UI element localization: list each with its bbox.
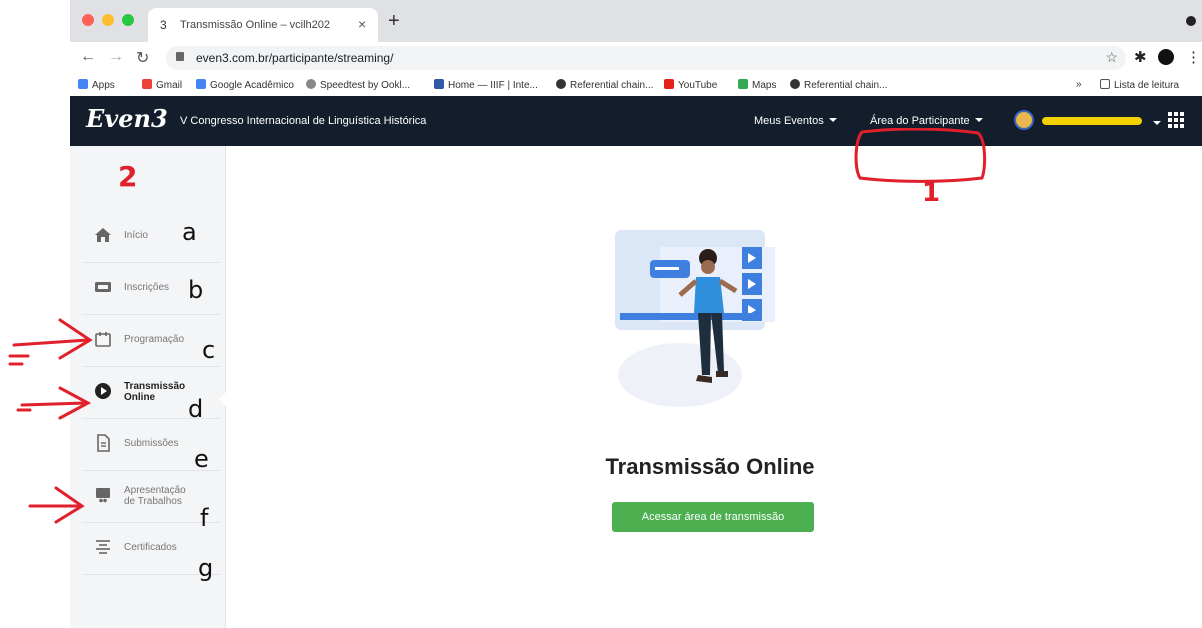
streaming-illustration	[615, 230, 775, 407]
sidebar-item-label: Transmissão Online	[124, 381, 186, 403]
even3-logo[interactable]: Even3	[86, 104, 168, 133]
minimize-window-icon[interactable]	[102, 14, 114, 26]
sidebar-item-label: Apresentação de Trabalhos	[124, 485, 186, 507]
maximize-window-icon[interactable]	[122, 14, 134, 26]
scholar-icon	[196, 79, 206, 89]
youtube-icon	[664, 79, 674, 89]
lock-icon	[176, 52, 184, 61]
close-tab-icon[interactable]: ×	[358, 16, 366, 32]
bookmark-referential-1[interactable]: Referential chain...	[556, 79, 653, 91]
sidebar-item-label: Certificados	[124, 542, 177, 553]
user-name-redacted[interactable]	[1042, 117, 1142, 125]
user-chevron-down-icon[interactable]	[1148, 118, 1161, 130]
sidebar-item-inicio[interactable]: Início	[82, 210, 220, 263]
speedtest-icon	[306, 79, 316, 89]
sidebar-item-programacao[interactable]: Programação	[82, 314, 220, 367]
home-icon	[95, 228, 111, 242]
url-text: even3.com.br/participante/streaming/	[196, 51, 394, 65]
profile-avatar-icon[interactable]	[1158, 49, 1174, 65]
bookmark-apps[interactable]: Apps	[78, 79, 115, 91]
reading-list[interactable]: Lista de leitura	[1100, 79, 1179, 91]
active-pointer	[219, 392, 226, 406]
globe-icon	[790, 79, 800, 89]
bookmark-speedtest[interactable]: Speedtest by Ookl...	[306, 79, 410, 91]
menu-kebab-icon[interactable]: ⋮	[1186, 48, 1201, 66]
reading-list-icon	[1100, 79, 1110, 89]
annotation-letter-f: f	[200, 504, 209, 532]
chevron-down-icon	[974, 118, 983, 122]
globe-icon	[556, 79, 566, 89]
maps-icon	[738, 79, 748, 89]
annotation-highlight-box	[854, 128, 987, 183]
forward-icon[interactable]: →	[108, 48, 124, 66]
annotation-arrows	[8, 318, 93, 524]
user-avatar[interactable]	[1014, 110, 1034, 130]
bookmark-gmail[interactable]: Gmail	[142, 79, 182, 91]
close-window-icon[interactable]	[82, 14, 94, 26]
apps-grid-icon[interactable]	[1168, 112, 1184, 128]
new-tab-icon[interactable]: +	[388, 10, 400, 33]
sidebar-item-label: Submissões	[124, 438, 179, 449]
bookmark-google-scholar[interactable]: Google Acadêmico	[196, 79, 294, 91]
annotation-letter-d: d	[188, 395, 204, 423]
bookmark-maps[interactable]: Maps	[738, 79, 776, 91]
browser-tab[interactable]: 3 Transmissão Online – vcilh202 ×	[148, 8, 378, 42]
annotation-number-2: 2	[118, 160, 138, 193]
annotation-letter-c: c	[202, 336, 216, 364]
profile-dot-icon[interactable]	[1186, 16, 1196, 26]
bookmark-star-icon[interactable]: ☆	[1105, 49, 1118, 66]
iiif-icon	[434, 79, 444, 89]
bookmark-iiif[interactable]: Home — IIIF | Inte...	[434, 79, 538, 91]
tab-bar: 3 Transmissão Online – vcilh202 × +	[70, 0, 1202, 42]
tab-number: 3	[160, 18, 167, 32]
ticket-icon	[95, 282, 111, 292]
bookmarks-more[interactable]: »	[1076, 79, 1082, 90]
annotation-number-1: 1	[922, 178, 941, 208]
apps-grid-icon	[78, 79, 88, 89]
page-title: Transmissão Online	[605, 454, 815, 479]
url-field[interactable]: even3.com.br/participante/streaming/ ☆	[166, 46, 1126, 70]
tab-title: Transmissão Online – vcilh202	[180, 19, 330, 31]
annotation-letter-b: b	[188, 276, 204, 304]
annotation-letter-g: g	[198, 554, 214, 582]
sidebar-item-label: Programação	[124, 334, 185, 345]
chevron-down-icon	[828, 118, 837, 122]
bookmarks-bar: Apps Gmail Google Acadêmico Speedtest by…	[70, 74, 1202, 97]
browser-chrome: 3 Transmissão Online – vcilh202 × + ← → …	[70, 0, 1202, 97]
menu-meus-eventos[interactable]: Meus Eventos	[754, 115, 837, 127]
bookmark-youtube[interactable]: YouTube	[664, 79, 717, 91]
sidebar-item-label: Inscrições	[124, 282, 170, 293]
back-icon[interactable]: ←	[80, 48, 96, 66]
bookmark-referential-2[interactable]: Referential chain...	[790, 79, 887, 91]
sidebar-item-label: Início	[124, 230, 148, 241]
app-header: Even3 V Congresso Internacional de Lingu…	[70, 96, 1202, 146]
menu-area-participante[interactable]: Área do Participante	[870, 115, 983, 127]
extensions-icon[interactable]: ✱	[1134, 48, 1147, 66]
certificate-icon	[96, 540, 110, 554]
annotation-letter-e: e	[194, 445, 209, 473]
annotation-letter-a: a	[182, 218, 197, 246]
access-streaming-button[interactable]: Acessar área de transmissão	[612, 502, 814, 532]
reload-icon[interactable]: ↻	[136, 48, 149, 68]
event-title: V Congresso Internacional de Linguística…	[180, 115, 427, 127]
gmail-icon	[142, 79, 152, 89]
address-bar-row: ← → ↻ even3.com.br/participante/streamin…	[70, 42, 1202, 74]
